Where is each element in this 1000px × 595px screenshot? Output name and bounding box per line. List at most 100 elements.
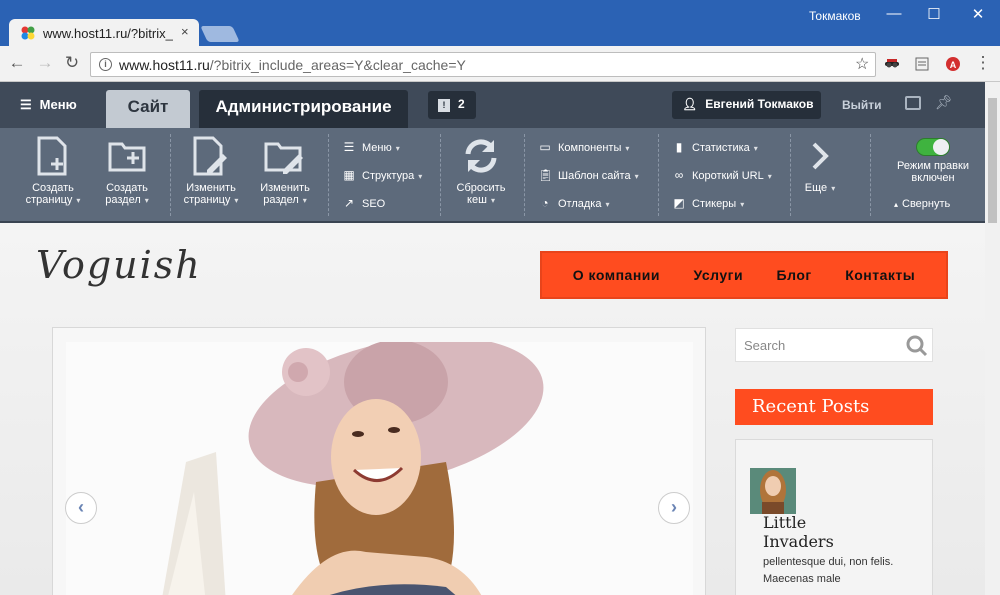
template-label: Шаблон сайта (558, 170, 631, 182)
dropdown-caret-icon: ▾ (767, 172, 772, 181)
image-slider: ‹ › (52, 327, 706, 595)
structure-dropdown[interactable]: ▦ Структура ▾ (342, 168, 422, 182)
forward-button[interactable]: → (34, 53, 56, 73)
structure-label: Структура (362, 170, 415, 182)
reload-button[interactable]: ↻ (61, 53, 83, 73)
back-button[interactable]: ← (6, 53, 28, 73)
new-tab-button[interactable] (200, 26, 240, 42)
minimize-button[interactable]: — (879, 5, 909, 22)
notifications-count: 2 (458, 97, 465, 111)
statistics-dropdown[interactable]: ▮ Статистика ▾ (672, 140, 758, 154)
user-profile-button[interactable]: 👤︎ Евгений Токмаков (672, 91, 821, 119)
nav-item-about[interactable]: О компании (573, 267, 660, 283)
list-icon: ☰ (343, 140, 355, 154)
window-user-name[interactable]: Токмаков (809, 9, 861, 23)
grid-icon: ▦ (343, 168, 355, 182)
sticker-icon: ◩ (673, 196, 685, 210)
scrollbar-thumb[interactable] (988, 98, 997, 223)
url-path: /?bitrix_include_areas=Y&clear_cache=Y (209, 57, 466, 73)
user-icon: 👤︎ (682, 97, 698, 111)
menu-dropdown[interactable]: ☰ Меню ▾ (342, 140, 400, 154)
tab-site[interactable]: Сайт (106, 90, 190, 128)
template-dropdown[interactable]: 📋︎ Шаблон сайта ▾ (538, 168, 639, 182)
notifications-button[interactable]: ! 2 (428, 91, 476, 119)
nav-item-contacts[interactable]: Контакты (845, 267, 915, 283)
debug-label: Отладка (558, 198, 602, 210)
post-thumbnail[interactable] (750, 468, 796, 514)
chart-line-icon: ↗ (343, 196, 355, 210)
edit-page-button[interactable]: Изменить страницу ▾ (176, 136, 246, 207)
woman-in-hat-photo (66, 342, 693, 595)
slider-prev-button[interactable]: ‹ (65, 492, 97, 524)
post-title[interactable]: Little Invaders (763, 513, 853, 551)
seo-button[interactable]: ↗ SEO (342, 196, 385, 210)
search-icon[interactable] (906, 335, 928, 357)
caret-up-icon: ▴ (894, 200, 899, 209)
bookmark-star-icon[interactable]: ☆ (855, 54, 869, 74)
create-section-button[interactable]: Создать раздел ▾ (92, 136, 162, 207)
short-url-label: Короткий URL (692, 170, 764, 182)
nav-item-services[interactable]: Услуги (694, 267, 744, 283)
edit-section-button[interactable]: Изменить раздел ▾ (250, 136, 320, 207)
separator (870, 134, 871, 216)
short-url-dropdown[interactable]: ∞ Короткий URL ▾ (672, 168, 772, 182)
browser-menu-icon[interactable]: ⋮ (972, 53, 994, 73)
create-page-button[interactable]: Создать страницу ▾ (18, 136, 88, 207)
tab-close-icon[interactable]: × (181, 24, 189, 39)
maximize-button[interactable]: ☐ (919, 5, 949, 23)
debug-dropdown[interactable]: ◔ Отладка ▾ (538, 196, 609, 210)
search-field[interactable]: Search (735, 328, 933, 362)
collapse-label: Свернуть (902, 198, 951, 210)
dropdown-caret-icon: ▾ (76, 196, 81, 205)
reset-cache-button[interactable]: Сбросить кеш ▾ (446, 136, 516, 207)
search-placeholder: Search (744, 338, 786, 353)
address-bar[interactable]: i www.host11.ru/?bitrix_include_areas=Y&… (90, 52, 876, 77)
browser-tab[interactable]: www.host11.ru/?bitrix_inc × (9, 19, 199, 47)
close-window-button[interactable]: ✕ (963, 5, 993, 23)
bitrix-menu-button[interactable]: ☰ Меню (20, 97, 77, 113)
post-thumbnail-image (750, 468, 796, 514)
adblock-ext-icon[interactable]: A (945, 56, 961, 72)
collapse-button[interactable]: ▴ Свернуть (894, 198, 950, 210)
pin-icon[interactable]: 📌︎ (935, 94, 953, 111)
edit-mode-toggle[interactable] (916, 138, 950, 156)
statistics-label: Статистика (692, 142, 750, 154)
slider-next-button[interactable]: › (658, 492, 690, 524)
separator (524, 134, 525, 216)
reset-cache-label: Сбросить кеш (456, 182, 506, 206)
stickers-label: Стикеры (692, 198, 737, 210)
dropdown-caret-icon: ▾ (634, 172, 639, 181)
tab-administration[interactable]: Администрирование (199, 90, 408, 128)
user-name: Евгений Токмаков (705, 97, 814, 111)
bitrix-menu-label: Меню (39, 97, 77, 112)
gauge-icon: ◔ (541, 196, 549, 210)
stickers-dropdown[interactable]: ◩ Стикеры ▾ (672, 196, 744, 210)
slide-image (66, 342, 693, 595)
clipboard-icon: 📋︎ (538, 168, 554, 182)
separator (440, 134, 441, 216)
create-page-icon (37, 136, 67, 176)
page-ext-icon[interactable] (914, 56, 930, 72)
site-logo[interactable]: Voguish (36, 243, 202, 287)
separator (170, 134, 171, 216)
dropdown-caret-icon: ▾ (490, 196, 495, 205)
components-label: Компоненты (558, 142, 622, 154)
page-scrollbar[interactable] (985, 82, 1000, 595)
page-viewport: ☰ Меню Сайт Администрирование ! 2 👤︎ Евгени… (0, 82, 985, 595)
info-icon[interactable]: i (99, 58, 112, 71)
logout-link[interactable]: Выйти (842, 98, 882, 112)
nav-item-blog[interactable]: Блог (777, 267, 812, 283)
components-dropdown[interactable]: ▭ Компоненты ▾ (538, 140, 629, 154)
dropdown-caret-icon: ▾ (234, 196, 239, 205)
hamburger-icon: ☰ (20, 97, 32, 112)
incognito-ext-icon[interactable] (884, 56, 900, 72)
url-text[interactable]: www.host11.ru/?bitrix_include_areas=Y&cl… (119, 57, 466, 73)
bar-chart-icon: ▮ (675, 140, 683, 154)
more-button[interactable]: Еще ▾ (785, 136, 855, 195)
tab-title: www.host11.ru/?bitrix_inc (43, 26, 173, 41)
panel-settings-icon[interactable] (905, 96, 921, 110)
tab-site-label: Сайт (127, 97, 169, 116)
create-section-icon (108, 142, 146, 172)
browser-titlebar: www.host11.ru/?bitrix_inc × Токмаков — ☐… (0, 0, 1000, 47)
dropdown-caret-icon: ▾ (625, 144, 630, 153)
